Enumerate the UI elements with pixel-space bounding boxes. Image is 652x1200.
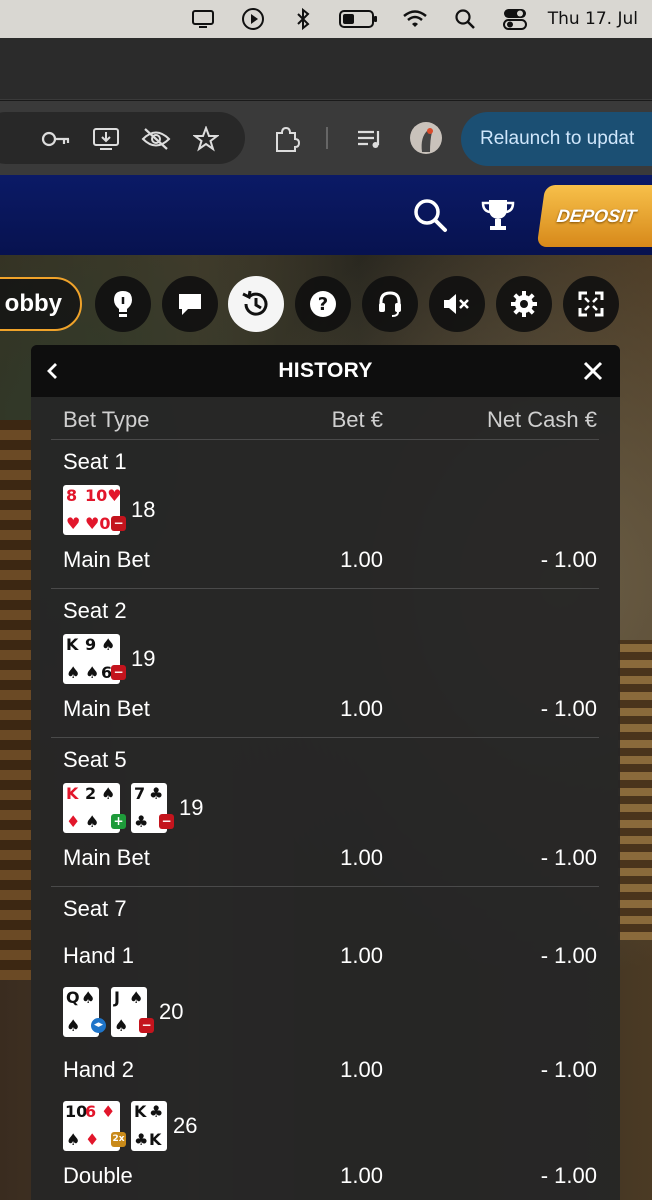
lobby-label: obby <box>4 290 62 317</box>
history-icon[interactable] <box>228 276 284 332</box>
history-title: HISTORY <box>278 359 373 382</box>
play-circle-icon[interactable] <box>228 0 278 38</box>
double-badge: 2x <box>111 1132 126 1147</box>
trophy-icon[interactable] <box>476 193 520 237</box>
bluetooth-icon[interactable] <box>278 0 328 38</box>
decorative-carved-pillar <box>618 640 652 940</box>
lobby-button[interactable]: obby <box>0 277 82 331</box>
hand-total: 18 <box>131 497 156 522</box>
help-icon[interactable]: ? <box>295 276 351 332</box>
browser-toolbar: Relaunch to updat <box>0 101 652 175</box>
divider <box>51 886 599 887</box>
deposit-label: DEPOSIT <box>555 205 638 226</box>
eye-off-icon[interactable] <box>140 123 172 155</box>
bookmark-star-icon[interactable] <box>190 123 222 155</box>
win-badge: + <box>111 814 126 829</box>
deposit-button[interactable]: DEPOSIT <box>536 185 652 247</box>
hand-total: 19 <box>179 795 204 820</box>
profile-avatar[interactable] <box>410 122 442 154</box>
spotlight-search-icon[interactable] <box>440 0 490 38</box>
install-app-icon[interactable] <box>90 123 122 155</box>
relaunch-to-update-button[interactable]: Relaunch to updat <box>461 112 652 166</box>
column-net-cash: Net Cash € <box>486 407 597 432</box>
divider <box>51 588 599 589</box>
battery-icon[interactable] <box>328 0 390 38</box>
divider <box>51 439 599 440</box>
loss-badge: − <box>159 814 174 829</box>
site-header: DEPOSIT <box>0 175 652 255</box>
loss-badge: − <box>111 516 126 531</box>
column-bet: Bet € <box>331 407 383 432</box>
macos-menu-bar: Thu 17. Jul <box>0 0 652 38</box>
hand-total: 19 <box>131 646 156 671</box>
bulb-icon[interactable] <box>95 276 151 332</box>
history-panel: HISTORY Bet Type Bet € Net Cash € Seat 1… <box>31 345 620 1200</box>
loss-badge: − <box>111 665 126 680</box>
control-center-icon[interactable] <box>490 0 540 38</box>
browser-tab-strip <box>0 38 652 100</box>
fullscreen-icon[interactable] <box>563 276 619 332</box>
password-key-icon[interactable] <box>40 123 72 155</box>
close-icon[interactable] <box>577 355 609 387</box>
media-queue-icon[interactable] <box>354 123 386 155</box>
divider <box>51 737 599 738</box>
hand-total: 26 <box>173 1113 198 1138</box>
playing-card: K ♣ ♣ K <box>131 1101 167 1151</box>
search-icon[interactable] <box>408 193 452 237</box>
mute-icon[interactable] <box>429 276 485 332</box>
extensions-puzzle-icon[interactable] <box>270 123 302 155</box>
loss-badge: − <box>139 1018 154 1033</box>
support-headset-icon[interactable] <box>362 276 418 332</box>
chevron-left-icon[interactable] <box>37 355 69 387</box>
hand-total: 20 <box>159 999 184 1024</box>
svg-text:?: ? <box>318 294 328 315</box>
menu-bar-clock[interactable]: Thu 17. Jul <box>540 9 652 29</box>
toolbar-separator <box>326 127 328 149</box>
split-badge: ◂▸ <box>91 1018 106 1033</box>
display-icon[interactable] <box>178 0 228 38</box>
wifi-icon[interactable] <box>390 0 440 38</box>
column-bet-type: Bet Type <box>63 407 150 432</box>
chat-icon[interactable] <box>162 276 218 332</box>
settings-gear-icon[interactable] <box>496 276 552 332</box>
